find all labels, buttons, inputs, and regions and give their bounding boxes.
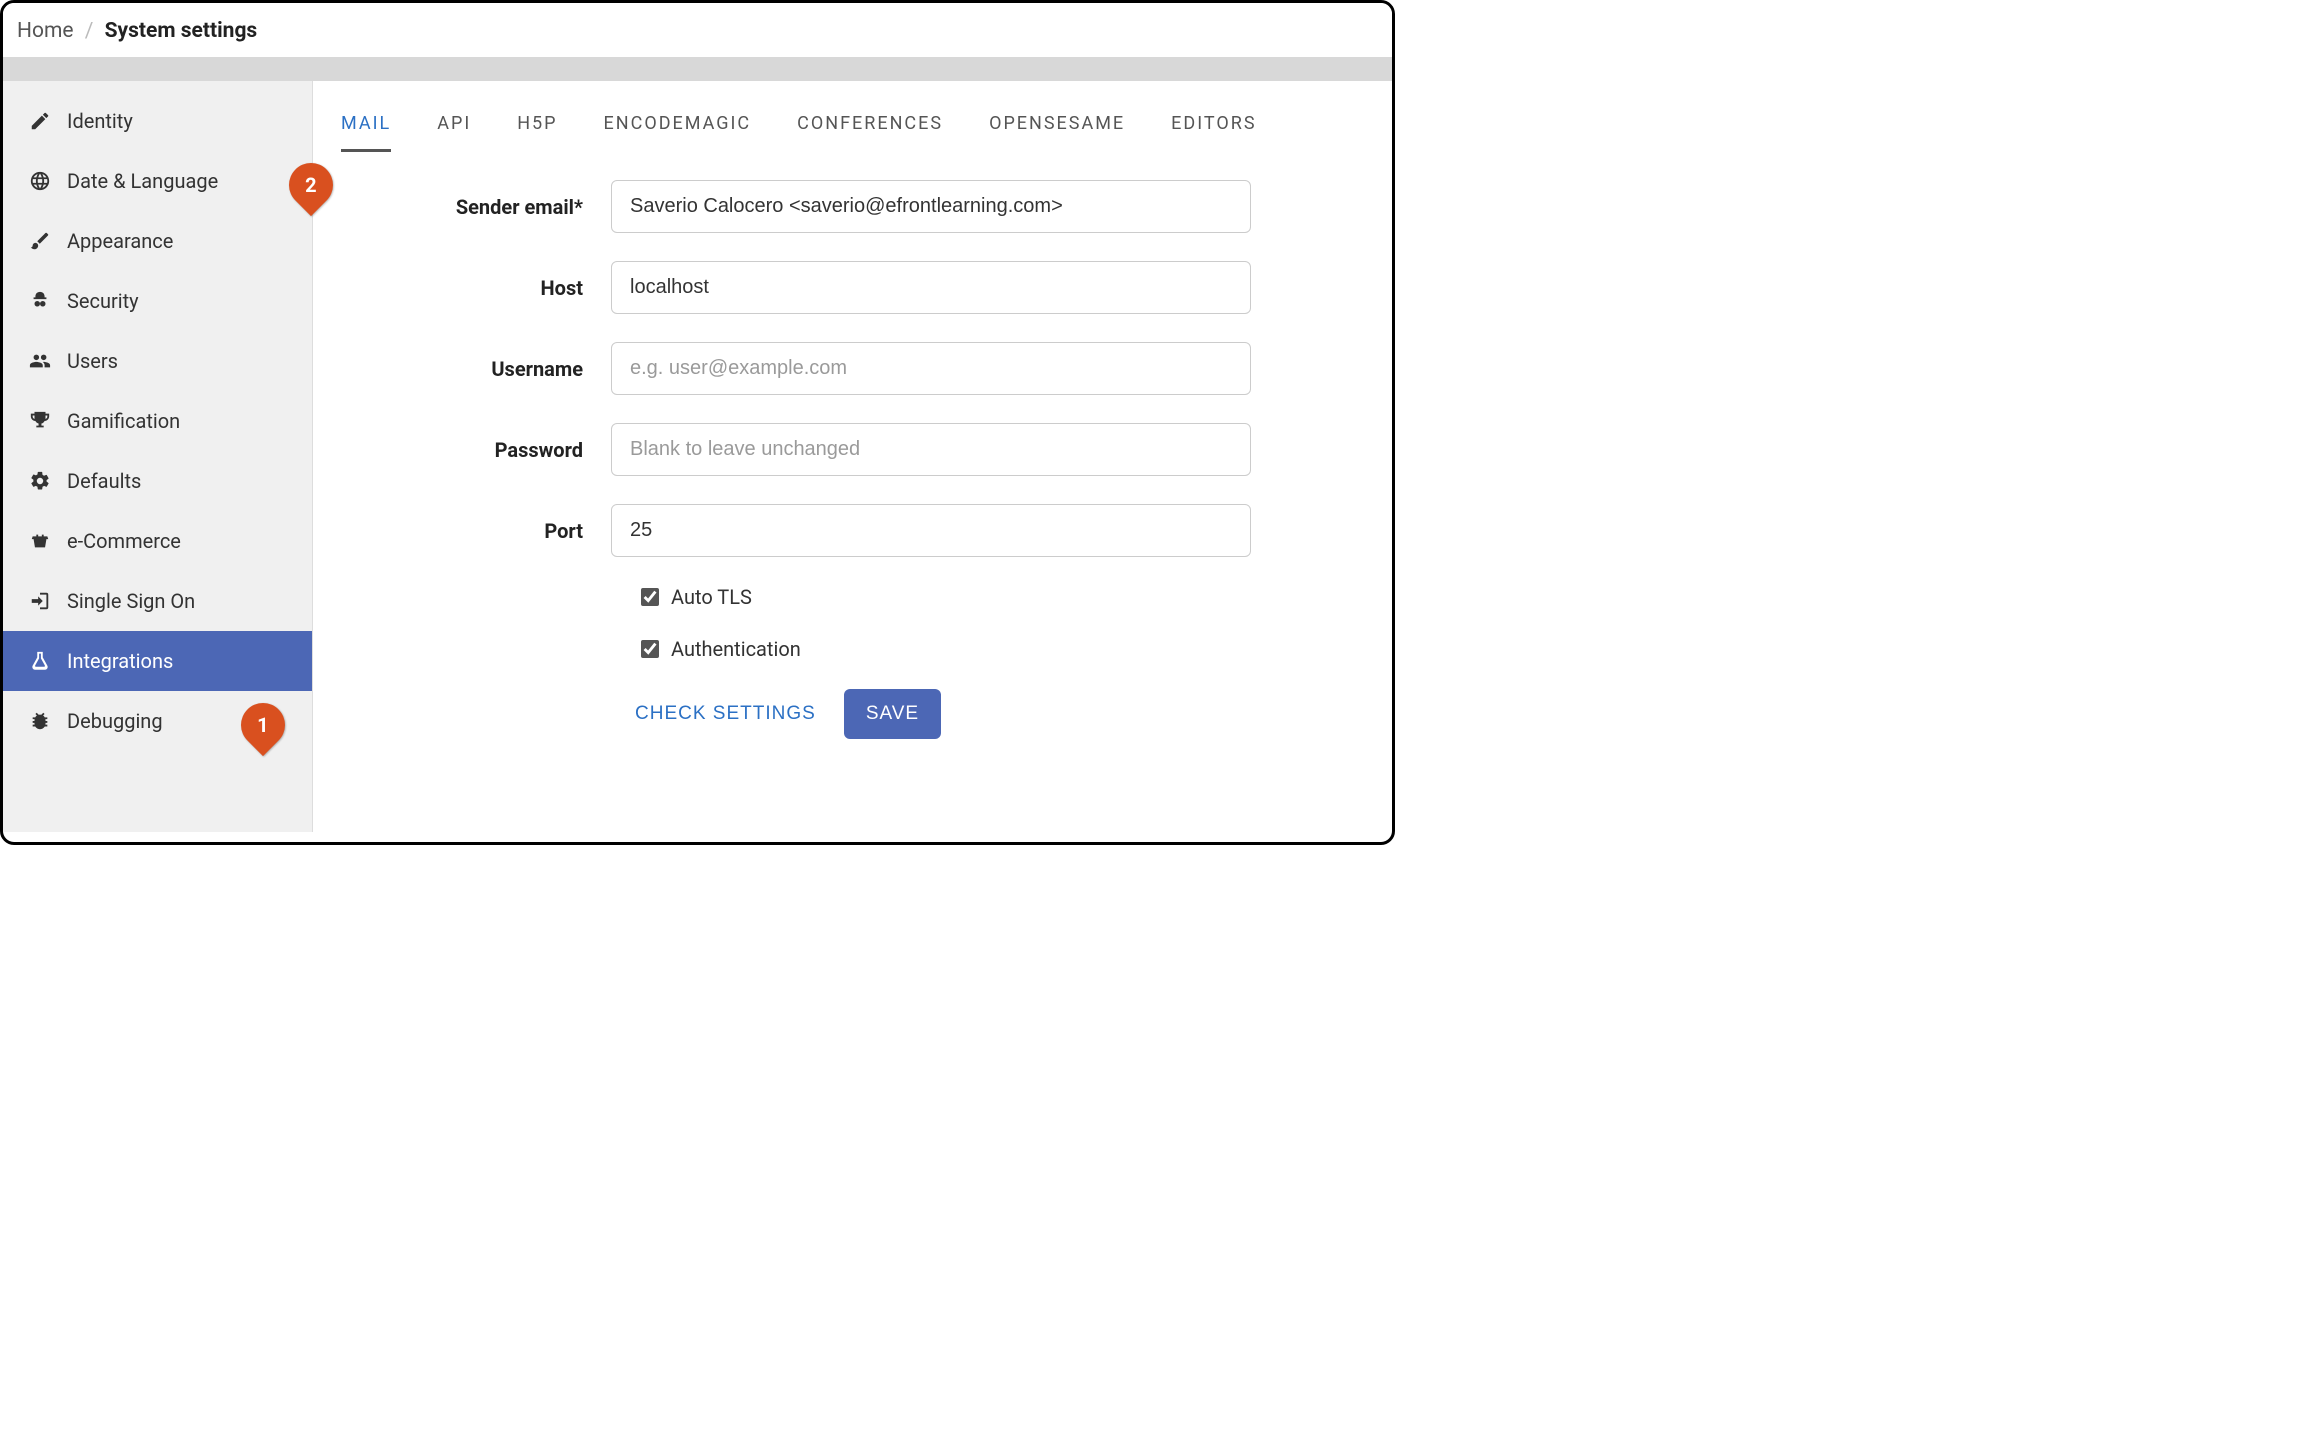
check-settings-button[interactable]: CHECK SETTINGS <box>627 691 824 737</box>
sidebar-item-identity[interactable]: Identity <box>3 91 312 151</box>
authentication-label: Authentication <box>671 637 801 661</box>
sidebar-item-appearance[interactable]: Appearance <box>3 211 312 271</box>
breadcrumb-home[interactable]: Home <box>17 19 74 43</box>
sender-email-input[interactable] <box>611 180 1251 233</box>
signin-icon <box>27 590 53 612</box>
sidebar-item-label: Identity <box>67 109 133 133</box>
host-input[interactable] <box>611 261 1251 314</box>
tab-opensesame[interactable]: OPENSESAME <box>989 105 1125 152</box>
flask-icon <box>27 650 53 672</box>
breadcrumb-sep: / <box>85 19 94 43</box>
authentication-checkbox[interactable] <box>641 640 659 658</box>
sidebar-item-label: Single Sign On <box>67 589 195 613</box>
password-label: Password <box>341 438 611 462</box>
breadcrumb-current: System settings <box>105 19 258 43</box>
sidebar-item-label: Security <box>67 289 139 313</box>
divider-bar <box>3 57 1392 81</box>
sidebar-item-label: Debugging <box>67 709 163 733</box>
sidebar-item-users[interactable]: Users <box>3 331 312 391</box>
password-input[interactable] <box>611 423 1251 476</box>
sidebar-item-ecommerce[interactable]: e-Commerce <box>3 511 312 571</box>
sidebar-item-defaults[interactable]: Defaults <box>3 451 312 511</box>
tabs: MAIL API H5P ENCODEMAGIC CONFERENCES OPE… <box>341 105 1364 152</box>
spy-icon <box>27 290 53 312</box>
username-input[interactable] <box>611 342 1251 395</box>
cogs-icon <box>27 470 53 492</box>
tab-api[interactable]: API <box>437 105 471 152</box>
tab-conferences[interactable]: CONFERENCES <box>797 105 943 152</box>
tab-editors[interactable]: EDITORS <box>1171 105 1256 152</box>
sidebar-item-label: Integrations <box>67 649 173 673</box>
edit-icon <box>27 110 53 132</box>
port-label: Port <box>341 519 611 543</box>
autotls-label: Auto TLS <box>671 585 752 609</box>
sidebar-item-label: e-Commerce <box>67 529 181 553</box>
host-label: Host <box>341 276 611 300</box>
sidebar-item-label: Gamification <box>67 409 180 433</box>
sidebar-item-gamification[interactable]: Gamification <box>3 391 312 451</box>
sidebar-item-date-language[interactable]: Date & Language <box>3 151 312 211</box>
sidebar-item-label: Defaults <box>67 469 141 493</box>
globe-icon <box>27 170 53 192</box>
breadcrumb: Home / System settings <box>3 3 1392 57</box>
sender-email-label: Sender email* <box>341 195 611 219</box>
sidebar-item-label: Appearance <box>67 229 173 253</box>
username-label: Username <box>341 357 611 381</box>
brush-icon <box>27 230 53 252</box>
sidebar-item-integrations[interactable]: Integrations <box>3 631 312 691</box>
sidebar-item-security[interactable]: Security <box>3 271 312 331</box>
autotls-checkbox[interactable] <box>641 588 659 606</box>
trophy-icon <box>27 410 53 432</box>
basket-icon <box>27 530 53 552</box>
sidebar-item-label: Date & Language <box>67 169 218 193</box>
port-input[interactable] <box>611 504 1251 557</box>
sidebar-item-label: Users <box>67 349 118 373</box>
bug-icon <box>27 710 53 732</box>
sidebar-item-sso[interactable]: Single Sign On <box>3 571 312 631</box>
tab-h5p[interactable]: H5P <box>517 105 557 152</box>
users-icon <box>27 350 53 372</box>
tab-mail[interactable]: MAIL <box>341 105 391 152</box>
save-button[interactable]: SAVE <box>844 689 941 739</box>
tab-encodemagic[interactable]: ENCODEMAGIC <box>604 105 752 152</box>
